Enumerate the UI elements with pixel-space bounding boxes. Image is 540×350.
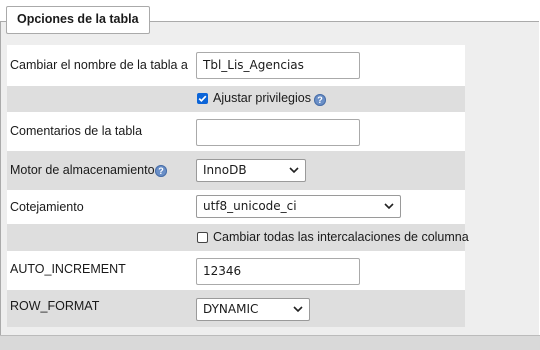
row-format-row: ROW_FORMAT DYNAMIC: [7, 290, 465, 327]
chevron-down-icon: [293, 306, 303, 313]
row-format-label: ROW_FORMAT: [10, 299, 100, 313]
engine-label: Motor de almacenamiento: [10, 163, 155, 177]
engine-select-value: InnoDB: [203, 163, 247, 177]
change-all-label: Cambiar todas las intercalaciones de col…: [213, 230, 469, 244]
engine-select[interactable]: InnoDB: [196, 159, 306, 182]
collation-row: Cotejamiento utf8_unicode_ci: [7, 190, 465, 224]
auto-increment-row: AUTO_INCREMENT 12346: [7, 251, 465, 290]
comments-row: Comentarios de la tabla: [7, 112, 465, 151]
chevron-down-icon: [384, 203, 394, 210]
auto-increment-input-value: 12346: [203, 264, 242, 278]
rename-row: Cambiar el nombre de la tabla a Tbl_Lis_…: [7, 45, 465, 86]
engine-row: Motor de almacenamiento ? InnoDB: [7, 151, 465, 190]
row-format-select-value: DYNAMIC: [203, 302, 259, 316]
chevron-down-icon: [289, 167, 299, 174]
privileges-row: Ajustar privilegios ?: [7, 86, 465, 112]
rename-label: Cambiar el nombre de la tabla a: [10, 58, 188, 72]
comments-label: Comentarios de la tabla: [10, 124, 143, 138]
privileges-label: Ajustar privilegios: [213, 91, 311, 105]
auto-increment-input[interactable]: 12346: [196, 258, 360, 285]
collation-select[interactable]: utf8_unicode_ci: [196, 195, 401, 218]
help-icon[interactable]: ?: [155, 165, 167, 177]
help-icon[interactable]: ?: [314, 94, 326, 106]
collation-label: Cotejamiento: [10, 200, 84, 214]
comments-input[interactable]: [196, 119, 360, 146]
row-format-select[interactable]: DYNAMIC: [196, 298, 310, 321]
privileges-checkbox[interactable]: [197, 93, 208, 104]
rename-input[interactable]: Tbl_Lis_Agencias: [196, 52, 360, 79]
auto-increment-label: AUTO_INCREMENT: [10, 262, 126, 276]
bottom-bar: [0, 335, 540, 350]
checkmark-icon: [198, 95, 207, 103]
panel-title: Opciones de la tabla: [6, 6, 150, 34]
collation-select-value: utf8_unicode_ci: [203, 199, 297, 213]
rename-input-value: Tbl_Lis_Agencias: [203, 58, 304, 72]
change-all-checkbox[interactable]: [197, 232, 208, 243]
change-all-row: Cambiar todas las intercalaciones de col…: [7, 224, 469, 251]
